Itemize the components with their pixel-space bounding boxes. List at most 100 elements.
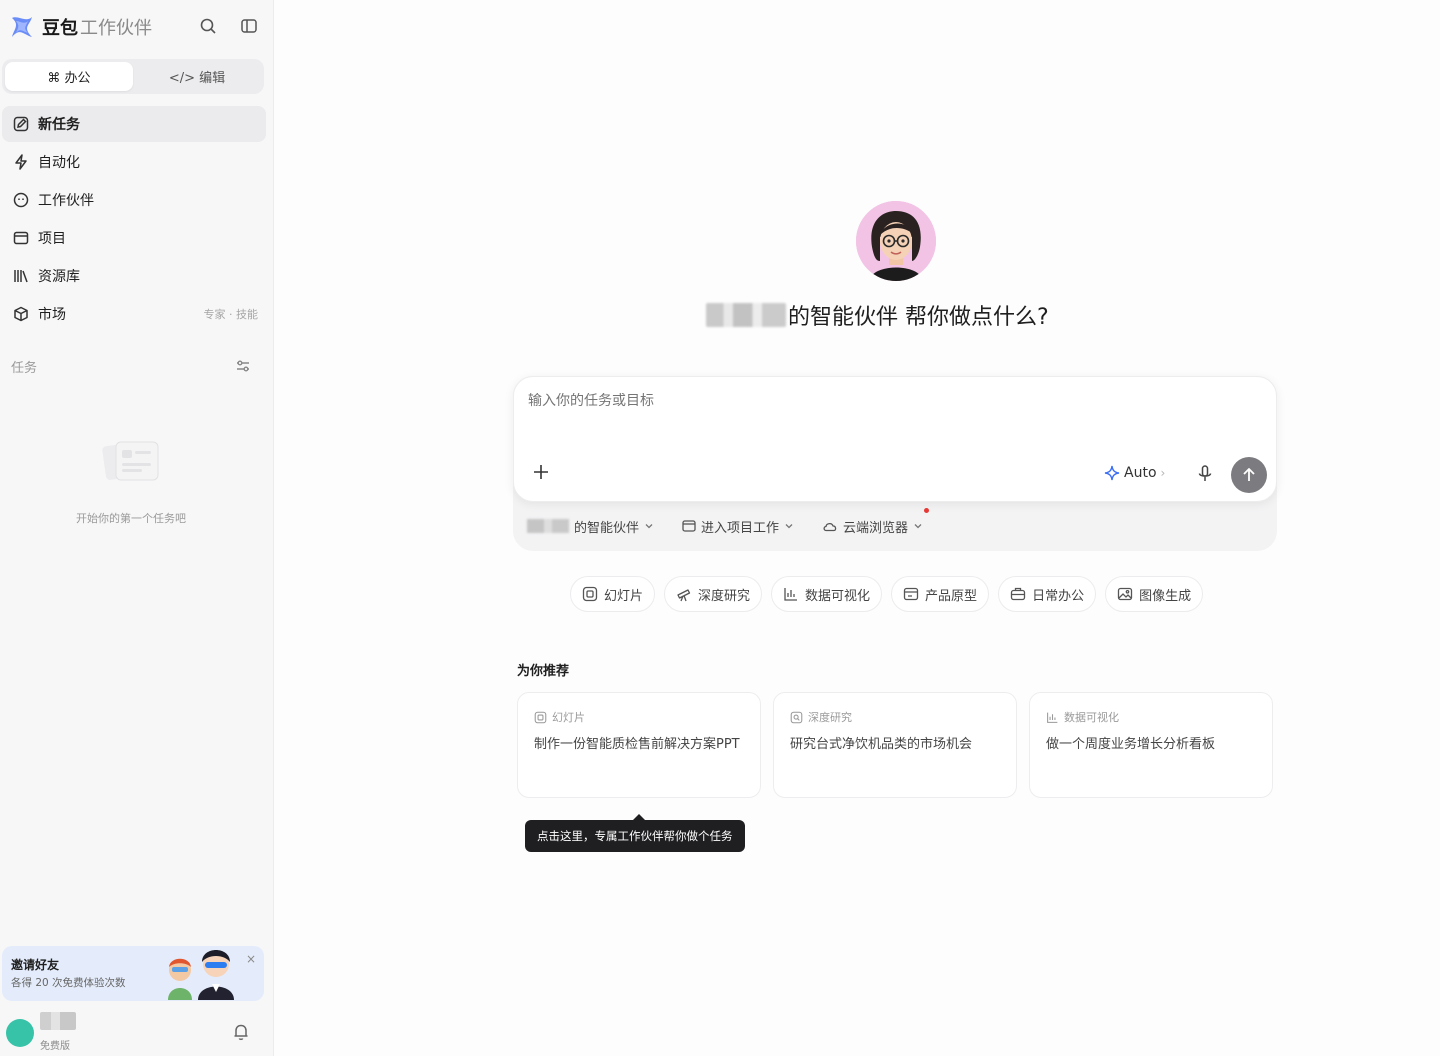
tool-deep-research[interactable]: 深度研究 [664, 576, 763, 612]
skill-tools: 幻灯片 深度研究 数据可视化 产品原型 日常办公 图像生成 [570, 576, 1204, 612]
mode-edit-button[interactable]: </> 编辑 [133, 62, 261, 91]
cloud-browser-chip[interactable]: 云端浏览器 [822, 507, 930, 536]
empty-tasks-text: 开始你的第一个任务吧 [76, 512, 186, 525]
recommend-card[interactable]: 数据可视化 做一个周度业务增长分析看板 [1029, 692, 1273, 798]
sidebar-item-library[interactable]: 资源库 [2, 258, 266, 294]
chip-label: 进入项目工作 [701, 520, 780, 536]
chevron-down-icon [914, 524, 922, 529]
invite-title: 邀请好友 [11, 958, 60, 972]
sidebar-item-label: 项目 [38, 231, 66, 247]
telescope-icon [677, 589, 691, 602]
card-category-label: 深度研究 [808, 711, 852, 724]
sidebar-item-label: 自动化 [38, 155, 80, 171]
doubao-logo-icon [8, 13, 36, 41]
composer-options: 的智能伙伴 进入项目工作 云端浏览器 [527, 507, 951, 536]
microphone-icon[interactable] [1196, 464, 1216, 484]
chip-label: 的智能伙伴 [574, 520, 640, 536]
tool-slides[interactable]: 幻灯片 [570, 576, 656, 612]
sidebar-item-label: 市场 [38, 307, 66, 323]
tool-label: 日常办公 [1032, 588, 1085, 604]
sidebar-item-label: 资源库 [38, 269, 80, 285]
chevron-down-icon [645, 524, 653, 529]
onboarding-tooltip: 点击这里，专属工作伙伴帮你做个任务 [525, 814, 745, 852]
user-profile[interactable]: 免费版 [6, 1010, 266, 1052]
invite-banner[interactable]: 邀请好友 各得 20 次免费体验次数 × [2, 946, 264, 1001]
slides-icon [534, 711, 547, 723]
tool-label: 产品原型 [925, 588, 978, 604]
recommend-cards: 幻灯片 制作一份智能质检售前解决方案PPT 深度研究 研究台式净饮机品类的市场机… [517, 692, 1273, 798]
composer: Auto › [513, 376, 1277, 502]
card-category: 数据可视化 [1046, 709, 1256, 725]
slides-icon [582, 586, 598, 602]
research-icon [790, 711, 803, 723]
sidebar-item-project[interactable]: 项目 [2, 220, 266, 256]
card-category-label: 幻灯片 [552, 711, 585, 724]
send-button[interactable] [1231, 457, 1267, 493]
tool-label: 深度研究 [698, 588, 751, 604]
brand[interactable]: 豆包 工作伙伴 [8, 12, 152, 42]
invite-characters-icon [160, 940, 244, 1000]
tool-product-prototype[interactable]: 产品原型 [891, 576, 990, 612]
recommend-card[interactable]: 深度研究 研究台式净饮机品类的市场机会 [773, 692, 1017, 798]
sidebar-item-new-task[interactable]: 新任务 [2, 106, 266, 142]
recommend-card[interactable]: 幻灯片 制作一份智能质检售前解决方案PPT [517, 692, 761, 798]
cloud-icon [823, 522, 837, 532]
edit-icon [12, 115, 30, 133]
tool-daily-office[interactable]: 日常办公 [998, 576, 1097, 612]
sidebar-item-automation[interactable]: 自动化 [2, 144, 266, 180]
filter-icon[interactable] [235, 358, 253, 376]
tool-label: 图像生成 [1139, 588, 1192, 604]
sidebar-item-label: 新任务 [38, 117, 80, 133]
notification-dot [924, 507, 930, 513]
sparkle-icon [1104, 465, 1120, 481]
tasks-section-title: 任务 [11, 361, 38, 376]
user-avatar[interactable] [6, 1019, 34, 1047]
card-category: 幻灯片 [534, 709, 744, 725]
tool-image-generation[interactable]: 图像生成 [1105, 576, 1204, 612]
auto-label: Auto [1124, 465, 1157, 481]
partner-icon [12, 191, 30, 209]
brand-name: 豆包 [42, 18, 78, 39]
user-name-redacted [40, 1012, 76, 1030]
empty-tasks-illustration-icon [100, 438, 162, 486]
bar-chart-icon [1047, 712, 1058, 723]
market-hint: 专家 · 技能 [203, 308, 259, 321]
mode-office-button[interactable]: ⌘ 办公 [5, 62, 133, 91]
chevron-down-icon [785, 524, 793, 529]
chip-label: 云端浏览器 [843, 520, 909, 536]
user-plan: 免费版 [40, 1041, 70, 1052]
headline-name-redacted [706, 303, 786, 327]
lightning-icon [12, 153, 30, 171]
page-headline: 的智能伙伴 帮你做点什么? [706, 298, 1049, 332]
task-input[interactable] [528, 393, 1128, 409]
sidebar-toggle-icon[interactable] [237, 14, 261, 38]
bell-icon[interactable] [232, 1022, 252, 1042]
model-select-auto[interactable]: Auto › [1104, 465, 1165, 481]
card-category-label: 数据可视化 [1064, 711, 1119, 724]
project-work-chip[interactable]: 进入项目工作 [682, 517, 794, 536]
add-attachment-icon[interactable] [532, 463, 552, 483]
sidebar-item-market[interactable]: 市场 专家 · 技能 [2, 296, 266, 332]
partner-select-chip[interactable]: 的智能伙伴 [527, 517, 654, 536]
tool-data-visualization[interactable]: 数据可视化 [771, 576, 883, 612]
tool-label: 数据可视化 [805, 588, 871, 604]
main-area: 的智能伙伴 帮你做点什么? Auto › 的智能伙伴 [274, 0, 1440, 1056]
sidebar-item-partner[interactable]: 工作伙伴 [2, 182, 266, 218]
library-icon [12, 267, 30, 285]
invite-subtitle: 各得 20 次免费体验次数 [11, 977, 126, 989]
search-icon[interactable] [196, 14, 220, 38]
box-icon [12, 305, 30, 323]
mode-toggle: ⌘ 办公 </> 编辑 [2, 59, 264, 94]
chevron-right-icon: › [1160, 466, 1166, 480]
folder-icon [12, 229, 30, 247]
invite-close-icon[interactable]: × [246, 952, 256, 966]
folder-icon [682, 520, 696, 532]
assistant-avatar [856, 201, 936, 281]
tool-label: 幻灯片 [604, 588, 644, 604]
prototype-icon [903, 587, 919, 601]
bar-chart-icon [784, 588, 798, 601]
arrow-up-icon [1243, 468, 1255, 481]
headline-text: 的智能伙伴 帮你做点什么? [788, 305, 1049, 330]
briefcase-icon [1010, 587, 1026, 601]
partner-name-redacted [527, 519, 569, 533]
